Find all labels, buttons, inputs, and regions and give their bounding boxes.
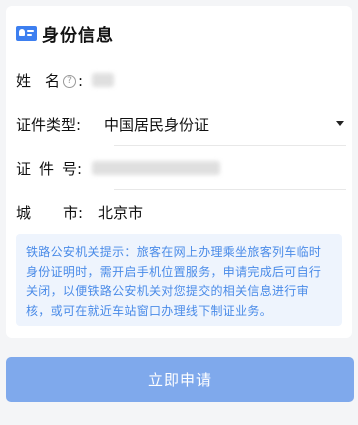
caret-down-icon[interactable] <box>336 121 344 126</box>
section-title: 身份信息 <box>42 25 114 46</box>
city-row: 城市: 北京市 <box>16 190 346 234</box>
name-row: 姓名?: <box>16 58 346 102</box>
id-type-row[interactable]: 证件类型: 中国居民身份证 <box>16 102 346 146</box>
submit-button[interactable]: 立即申请 <box>6 357 354 402</box>
masked-name <box>92 73 114 87</box>
id-number-row: 证件号: <box>16 146 346 190</box>
id-type-label: 证件类型: <box>16 115 82 134</box>
id-number-label: 证件号: <box>16 159 83 178</box>
identity-info-card: 身份信息 姓名?: 证件类型: 中国居民身份证 证件号: 城市: 北京市 铁路公… <box>6 6 352 338</box>
masked-id-number <box>92 161 220 175</box>
section-header: 身份信息 <box>16 20 114 46</box>
id-card-icon <box>16 25 37 41</box>
city-value[interactable]: 北京市 <box>98 190 346 234</box>
id-number-field[interactable] <box>92 146 346 190</box>
city-label: 城市: <box>16 203 84 222</box>
name-field[interactable] <box>92 58 346 102</box>
id-type-select[interactable]: 中国居民身份证 <box>104 102 346 146</box>
notice-box: 铁路公安机关提示：旅客在网上办理乘坐旅客列车临时身份证明时，需开启手机位置服务，… <box>16 234 342 326</box>
help-icon[interactable]: ? <box>63 74 77 88</box>
name-label: 姓名?: <box>16 71 84 90</box>
